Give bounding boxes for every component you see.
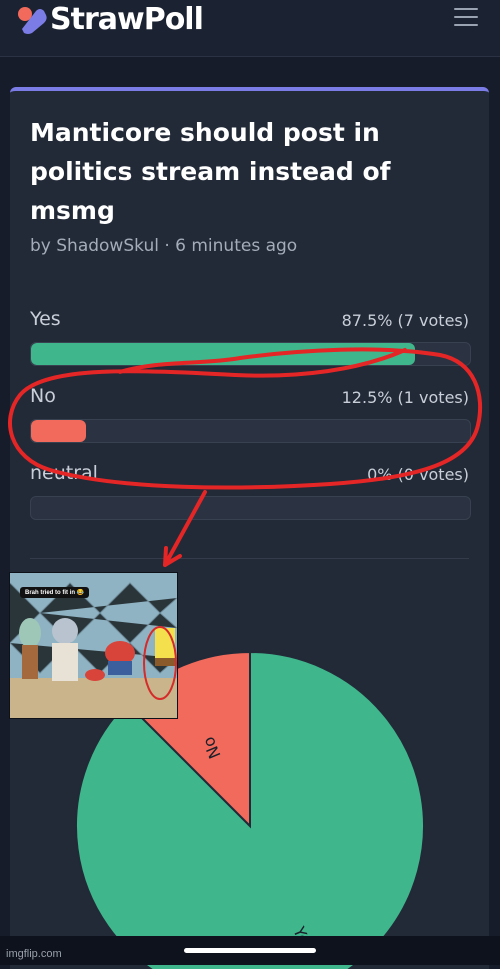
option-neutral-bar — [30, 496, 471, 520]
option-no-stat: 12.5% (1 votes) — [341, 388, 469, 407]
poll-author-line: by ShadowSkul · 6 minutes ago — [30, 236, 298, 256]
option-no-bar — [30, 419, 471, 443]
strawpoll-logo-icon[interactable] — [16, 5, 50, 35]
meme-overlay-image: Brah tried to fit in 😂 — [9, 572, 178, 719]
imgflip-watermark: imgflip.com — [6, 948, 62, 960]
option-neutral-stat: 0% (0 votes) — [367, 465, 469, 484]
option-neutral-label: neutral — [30, 462, 98, 484]
option-yes-label: Yes — [30, 308, 61, 330]
option-yes-bar — [30, 342, 471, 366]
poll-card: Manticore should post in politics stream… — [10, 87, 489, 969]
poll-title: Manticore should post in politics stream… — [30, 118, 391, 225]
meme-caption: Brah tried to fit in 😂 — [20, 587, 90, 598]
pie-label-no: No — [199, 734, 225, 761]
section-divider — [30, 558, 469, 559]
option-no-bar-fill — [31, 420, 86, 442]
option-yes-stat: 87.5% (7 votes) — [341, 311, 469, 330]
system-home-bar — [0, 936, 500, 965]
home-indicator[interactable] — [184, 948, 316, 953]
top-navbar: StrawPoll — [0, 0, 500, 57]
brand-name[interactable]: StrawPoll — [50, 2, 204, 37]
option-yes-bar-fill — [31, 343, 416, 365]
hamburger-menu-icon[interactable] — [454, 8, 478, 28]
option-no-label: No — [30, 385, 56, 407]
